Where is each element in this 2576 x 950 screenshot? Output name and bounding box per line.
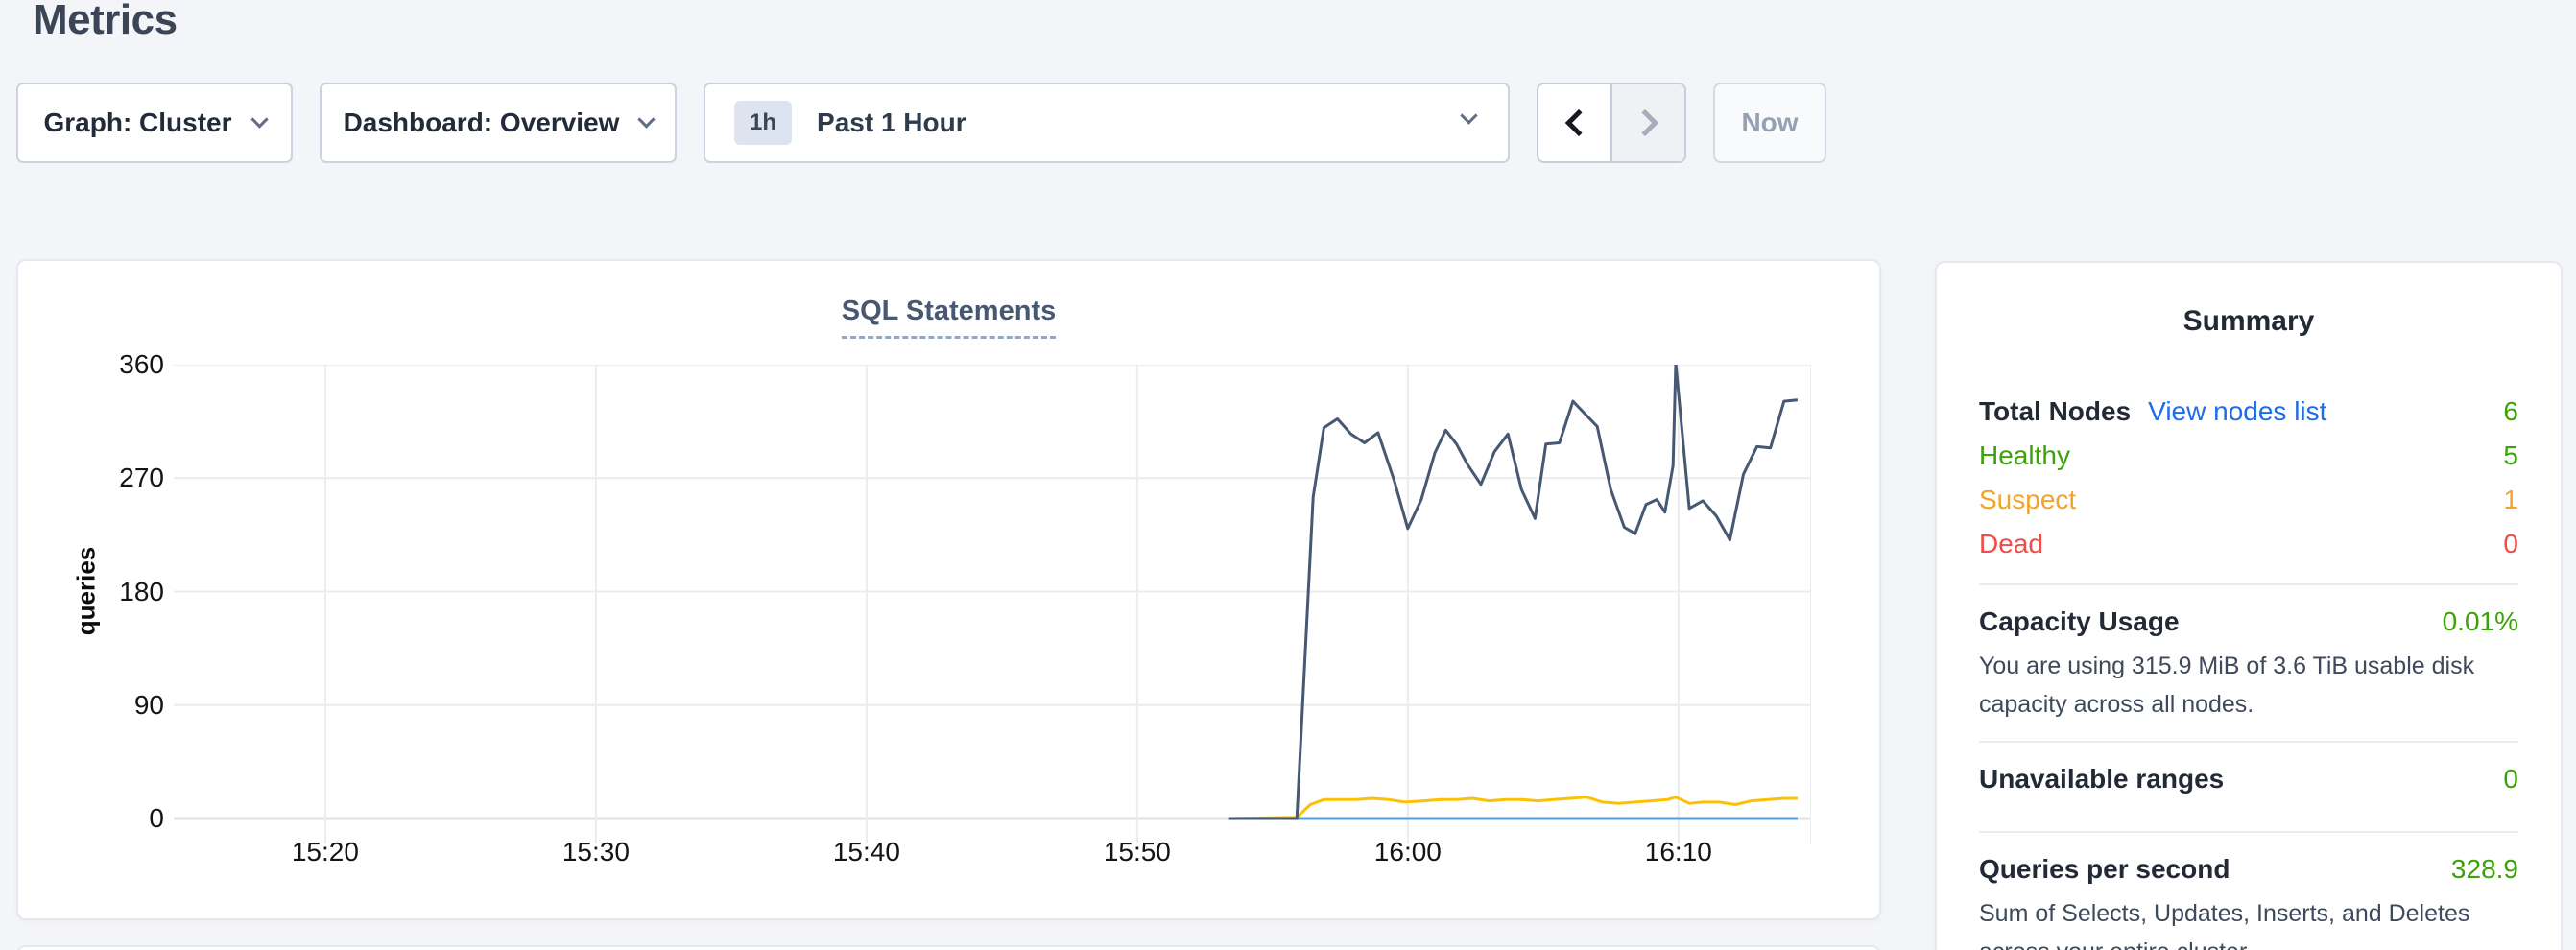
page-title: Metrics bbox=[33, 0, 178, 48]
y-axis: 090180270360 bbox=[66, 365, 164, 819]
dead-value: 0 bbox=[2503, 522, 2518, 566]
qps-value: 328.9 bbox=[2451, 848, 2518, 891]
divider bbox=[1979, 831, 2518, 833]
suspect-label: Suspect bbox=[1979, 478, 2076, 522]
x-tick-label: 15:40 bbox=[790, 837, 943, 867]
chevron-down-icon bbox=[1460, 107, 1477, 124]
suspect-value: 1 bbox=[2503, 478, 2518, 522]
capacity-usage-description: You are using 315.9 MiB of 3.6 TiB usabl… bbox=[1979, 647, 2518, 724]
total-nodes-row: Total Nodes View nodes list 6 bbox=[1979, 390, 2518, 434]
x-tick-label: 15:30 bbox=[519, 837, 673, 867]
divider bbox=[1979, 583, 2518, 585]
capacity-usage-value: 0.01% bbox=[2443, 601, 2518, 643]
sql-statements-card: SQL Statements queries 090180270360 15:2… bbox=[16, 259, 1881, 920]
x-tick-label: 16:10 bbox=[1602, 837, 1755, 867]
qps-label: Queries per second bbox=[1979, 848, 2230, 891]
unavailable-ranges-row: Unavailable ranges 0 bbox=[1979, 758, 2518, 800]
divider bbox=[1979, 741, 2518, 743]
capacity-usage-row: Capacity Usage 0.01% bbox=[1979, 601, 2518, 643]
unavailable-ranges-label: Unavailable ranges bbox=[1979, 758, 2224, 800]
dead-label: Dead bbox=[1979, 522, 2043, 566]
series-line-yellow bbox=[1229, 797, 1798, 819]
prev-range-button[interactable] bbox=[1538, 84, 1610, 161]
y-tick-label: 180 bbox=[119, 576, 164, 608]
chevron-down-icon bbox=[638, 110, 656, 128]
chevron-down-icon bbox=[250, 110, 268, 128]
unavailable-ranges-value: 0 bbox=[2503, 758, 2518, 800]
time-range-picker[interactable]: 1h Past 1 Hour bbox=[704, 83, 1510, 163]
time-range-label: Past 1 Hour bbox=[817, 107, 966, 138]
chart-title-row: SQL Statements bbox=[18, 296, 1879, 339]
plot-area bbox=[174, 365, 1811, 849]
y-tick-label: 270 bbox=[119, 462, 164, 494]
metrics-page: Metrics Graph: Cluster Dashboard: Overvi… bbox=[0, 0, 2576, 950]
graph-dropdown-label: Graph: Cluster bbox=[43, 107, 231, 138]
healthy-value: 5 bbox=[2503, 434, 2518, 478]
x-tick-label: 15:50 bbox=[1061, 837, 1214, 867]
y-tick-label: 90 bbox=[134, 689, 164, 722]
healthy-label: Healthy bbox=[1979, 434, 2070, 478]
chevron-right-icon bbox=[1631, 109, 1658, 136]
dead-nodes-row: Dead 0 bbox=[1979, 522, 2518, 566]
x-axis: 15:20 15:30 15:40 15:50 16:00 16:10 bbox=[174, 837, 1811, 875]
dashboard-dropdown-label: Dashboard: Overview bbox=[344, 107, 620, 138]
next-range-button[interactable] bbox=[1610, 84, 1684, 161]
y-tick-label: 0 bbox=[149, 802, 164, 835]
chevron-left-icon bbox=[1564, 109, 1591, 136]
dashboard-dropdown[interactable]: Dashboard: Overview bbox=[320, 83, 677, 163]
qps-description: Sum of Selects, Updates, Inserts, and De… bbox=[1979, 894, 2518, 950]
nodes-block: Total Nodes View nodes list 6 Healthy 5 … bbox=[1979, 390, 2518, 566]
view-nodes-link[interactable]: View nodes list bbox=[2148, 390, 2326, 434]
now-button[interactable]: Now bbox=[1713, 83, 1826, 163]
sql-statements-chart bbox=[174, 365, 1811, 849]
healthy-nodes-row: Healthy 5 bbox=[1979, 434, 2518, 478]
total-nodes-value: 6 bbox=[2503, 390, 2518, 434]
total-nodes-label: Total Nodes bbox=[1979, 390, 2131, 434]
x-tick-label: 15:20 bbox=[249, 837, 402, 867]
graph-dropdown[interactable]: Graph: Cluster bbox=[16, 83, 293, 163]
time-range-badge: 1h bbox=[734, 101, 792, 145]
summary-title: Summary bbox=[1979, 305, 2518, 338]
chart-title[interactable]: SQL Statements bbox=[842, 296, 1056, 339]
y-tick-label: 360 bbox=[119, 348, 164, 381]
capacity-usage-label: Capacity Usage bbox=[1979, 601, 2180, 643]
summary-panel: Summary Total Nodes View nodes list 6 He… bbox=[1935, 261, 2563, 950]
time-pager bbox=[1537, 83, 1686, 163]
next-chart-card bbox=[16, 945, 1881, 950]
x-tick-label: 16:00 bbox=[1331, 837, 1485, 867]
toolbar: Graph: Cluster Dashboard: Overview 1h Pa… bbox=[16, 83, 1826, 163]
qps-row: Queries per second 328.9 bbox=[1979, 848, 2518, 891]
suspect-nodes-row: Suspect 1 bbox=[1979, 478, 2518, 522]
